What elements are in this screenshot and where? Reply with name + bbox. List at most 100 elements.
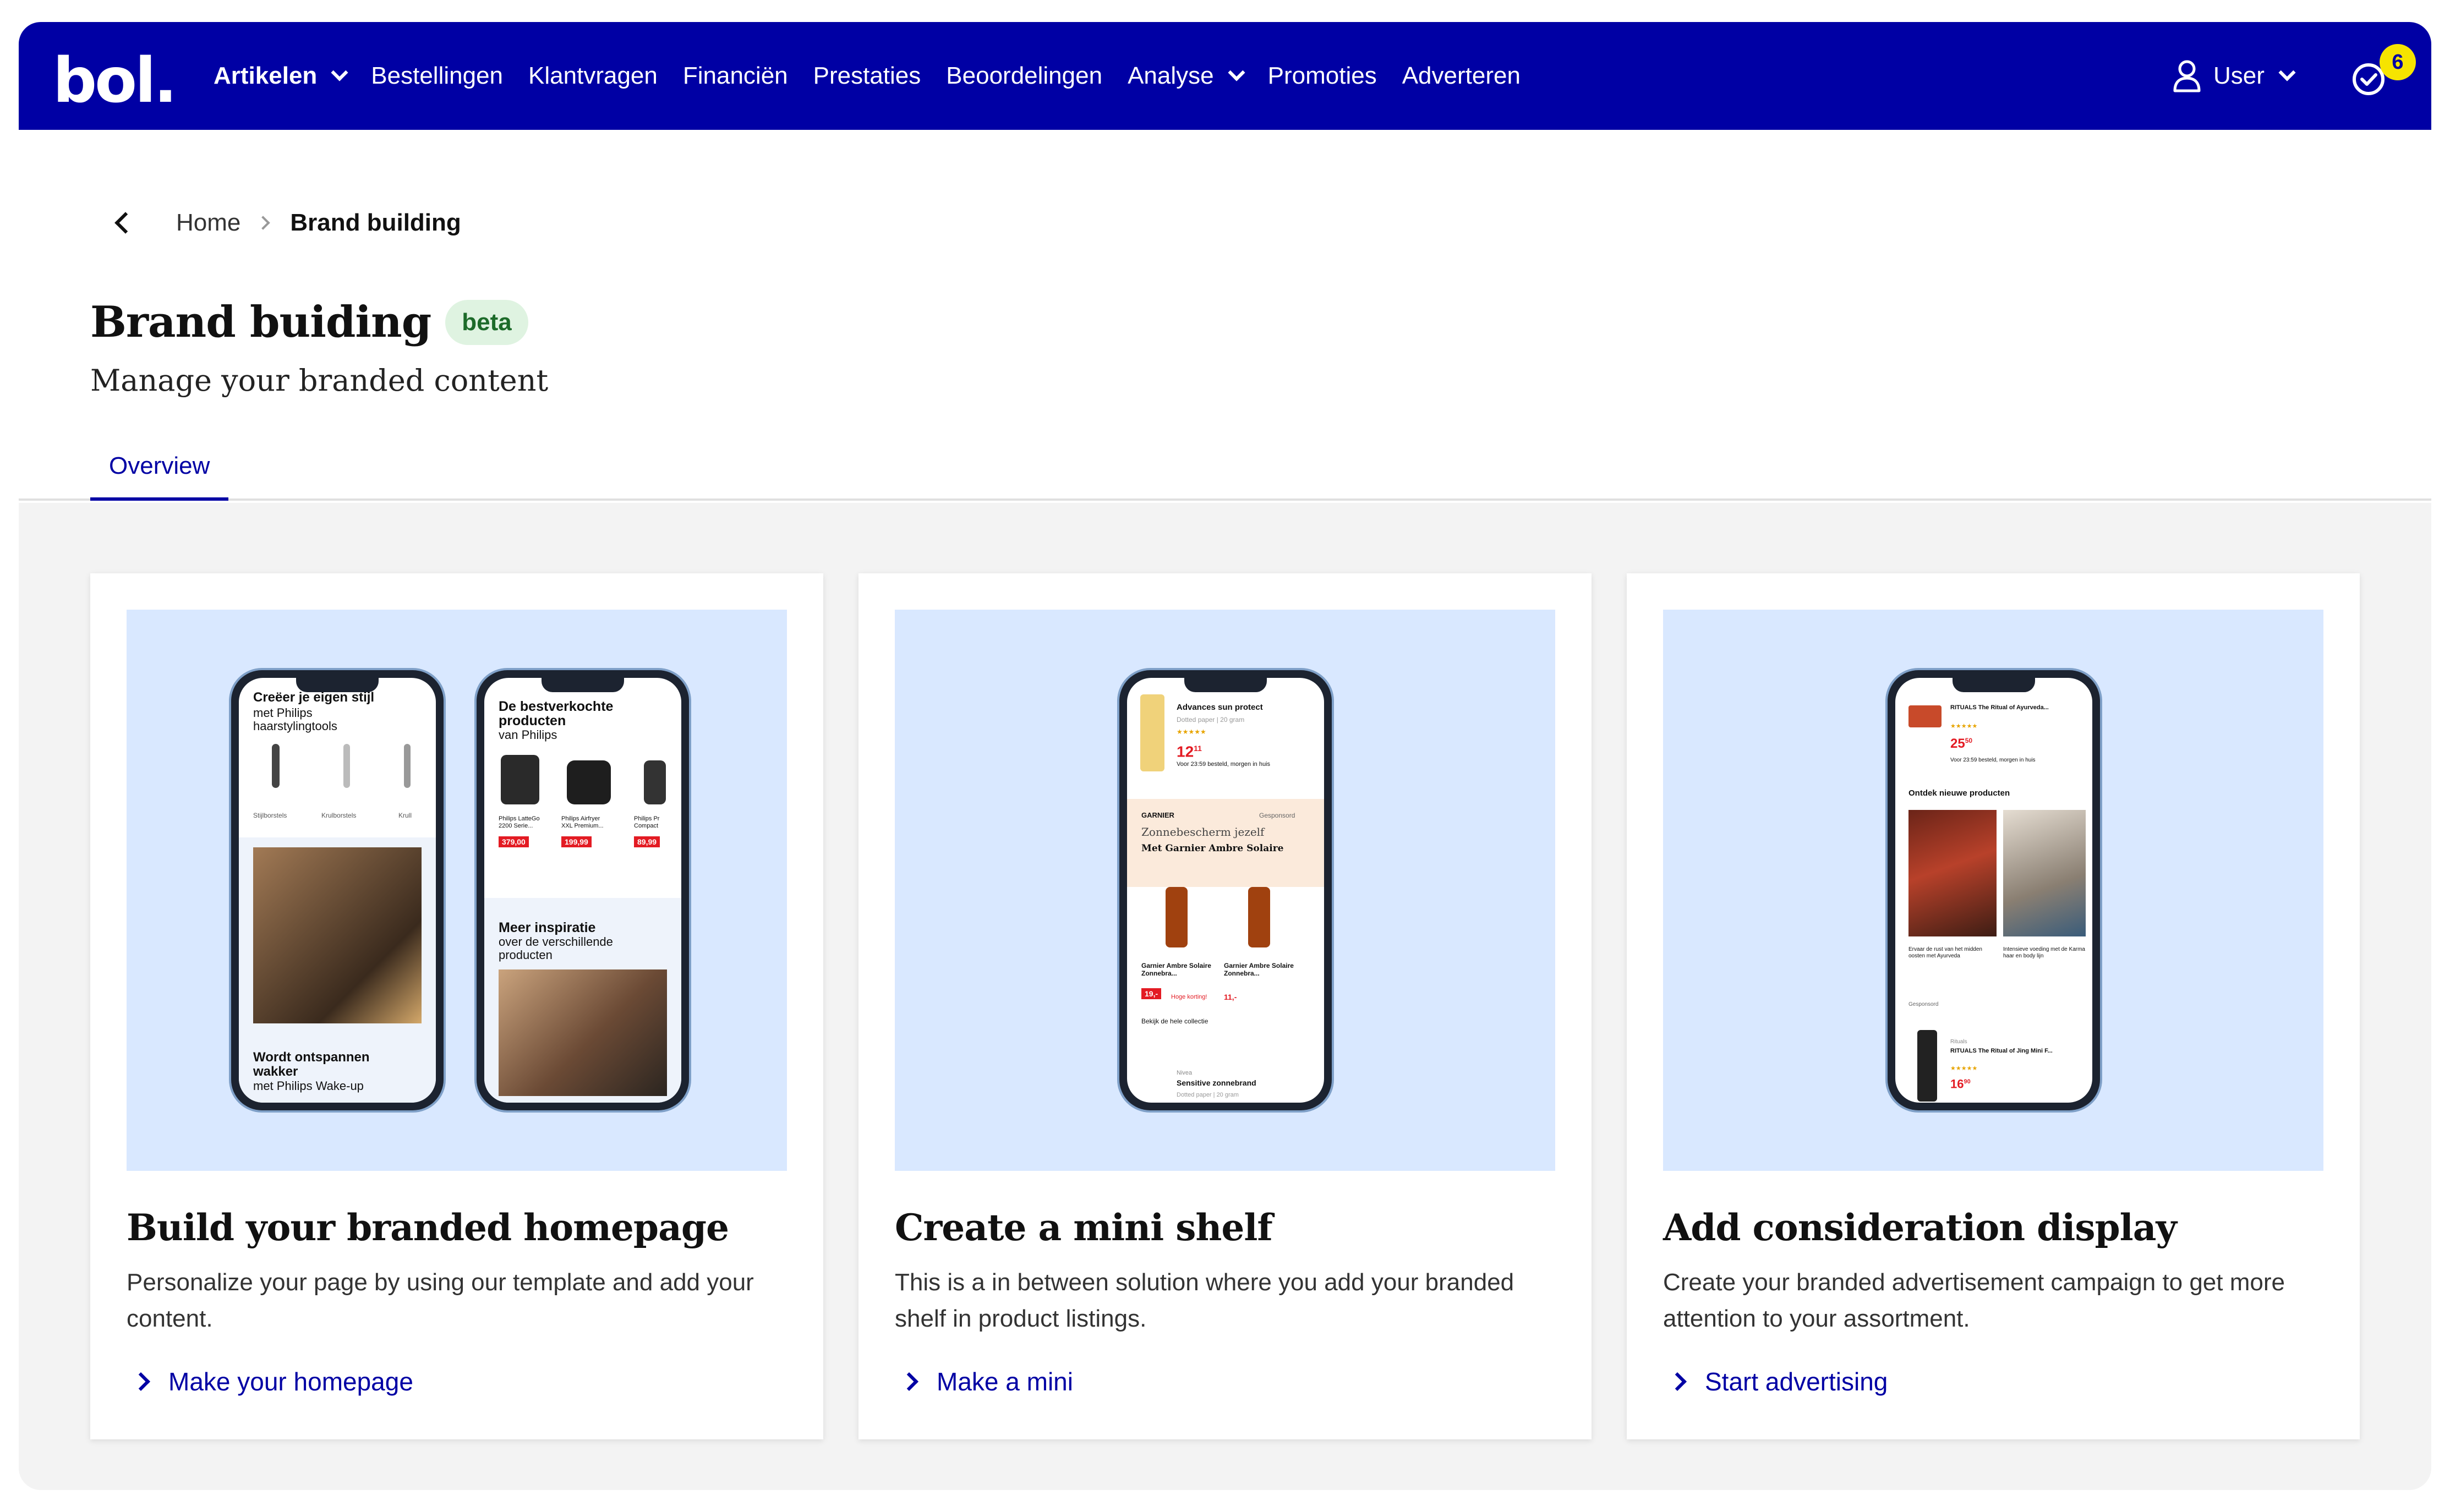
- nav-item-artikelen[interactable]: Artikelen: [214, 62, 348, 90]
- make-homepage-link[interactable]: Make your homepage: [127, 1367, 413, 1396]
- product-price: 1211: [1177, 743, 1202, 760]
- back-arrow-icon[interactable]: [114, 212, 136, 234]
- price-tag: 379,00: [499, 836, 529, 847]
- shelf-title: Zonnebescherm jezelf: [1141, 825, 1265, 839]
- shelf-subtitle: Met Garnier Ambre Solaire: [1141, 843, 1284, 854]
- sponsored-label: Gesponsord: [1908, 1001, 1939, 1007]
- bol-logo[interactable]: bol.: [53, 45, 177, 117]
- nav-item-adverteren[interactable]: Adverteren: [1402, 62, 1521, 90]
- product-title: RITUALS The Ritual of Ayurveda...: [1950, 704, 2049, 711]
- sun-oil-bottle-image: [1166, 887, 1188, 947]
- section-title: Ontdek nieuwe producten: [1908, 788, 2010, 798]
- sunscreen-tube-image: [1140, 694, 1164, 771]
- product-name: Philips LatteGo 2200 Serie...: [499, 815, 540, 829]
- sun-oil-bottle-image: [1248, 887, 1270, 947]
- phone-mockup: RITUALS The Ritual of Ayurveda... ★★★★★ …: [1888, 670, 2100, 1110]
- chevron-right-icon: [132, 1372, 150, 1391]
- tab-bar: Overview: [19, 446, 2431, 501]
- delivery-info: Voor 23:59 besteld, morgen in huis: [1950, 757, 2036, 763]
- app-frame: bol. Artikelen Bestellingen Klantvragen …: [19, 22, 2431, 1490]
- nav-item-label: Analyse: [1128, 62, 1214, 89]
- vacuum-image: [644, 760, 666, 804]
- curler-image: [404, 744, 411, 788]
- discount-label: Hoge korting!: [1171, 994, 1207, 1000]
- delivery-info: Voor 23:59 besteld, morgen in huis: [1177, 761, 1271, 768]
- page-subtitle: Manage your branded content: [90, 363, 549, 398]
- coffee-machine-image: [501, 755, 539, 804]
- breadcrumb-home[interactable]: Home: [176, 209, 240, 237]
- chevron-down-icon: [331, 64, 348, 81]
- page-title: Brand buiding: [90, 297, 431, 347]
- card-description: Create your branded advertisement campai…: [1663, 1269, 2285, 1332]
- nav-item-promoties[interactable]: Promoties: [1268, 62, 1377, 90]
- shelf-item-price: 11,-: [1224, 993, 1237, 1001]
- promo-title: wakker: [253, 1064, 298, 1079]
- mini-shelf-illustration: Advances sun protect Dotted paper | 20 g…: [895, 610, 1555, 1171]
- shelf-item-name: Garnier Ambre Solaire Zonnebra...: [1141, 962, 1211, 977]
- card-branded-homepage: Creëer je eigen stijl met Philips haarst…: [90, 573, 823, 1439]
- main-menu: Artikelen Bestellingen Klantvragen Finan…: [214, 22, 1546, 130]
- consideration-display-illustration: RITUALS The Ritual of Ayurveda... ★★★★★ …: [1663, 610, 2323, 1171]
- card-description: Personalize your page by using our templ…: [127, 1269, 754, 1332]
- category-label: Krulborstels: [321, 812, 357, 819]
- nav-item-beoordelingen[interactable]: Beoordelingen: [946, 62, 1102, 90]
- price-tag: 89,99: [634, 836, 660, 847]
- nav-item-prestaties[interactable]: Prestaties: [813, 62, 921, 90]
- phone-subheading: van Philips: [499, 728, 557, 742]
- nav-item-analyse[interactable]: Analyse: [1128, 62, 1245, 90]
- link-label: Make your homepage: [168, 1367, 413, 1396]
- phone-heading: producten: [499, 713, 566, 728]
- homepage-illustration: Creëer je eigen stijl met Philips haarst…: [127, 610, 787, 1171]
- campaign-tile-image: [2003, 810, 2086, 936]
- content-area: Creëer je eigen stijl met Philips haarst…: [19, 503, 2431, 1490]
- category-label: Krull: [398, 812, 412, 819]
- inspiration-title: Meer inspiratie: [499, 920, 596, 935]
- phone-subheading: haarstylingtools: [253, 719, 337, 733]
- start-advertising-link[interactable]: Start advertising: [1663, 1367, 1888, 1396]
- chevron-right-icon: [1668, 1372, 1687, 1391]
- notification-count-badge: 6: [2380, 44, 2416, 80]
- curler-image: [343, 744, 350, 788]
- nav-item-bestellingen[interactable]: Bestellingen: [371, 62, 503, 90]
- link-label: Start advertising: [1705, 1367, 1888, 1396]
- card-title: Build your branded homepage: [127, 1206, 729, 1249]
- top-navigation-bar: bol. Artikelen Bestellingen Klantvragen …: [19, 22, 2431, 130]
- phone-screen: De bestverkochte producten van Philips P…: [484, 678, 681, 1103]
- page-header: Brand buiding beta: [90, 297, 528, 347]
- phone-screen: Advances sun protect Dotted paper | 20 g…: [1127, 678, 1324, 1103]
- product-thumbnail: [1908, 705, 1942, 727]
- phone-heading: De bestverkochte: [499, 699, 614, 714]
- chevron-right-icon: [256, 216, 271, 230]
- phone-mockup: Advances sun protect Dotted paper | 20 g…: [1119, 670, 1332, 1110]
- card-description: This is a in between solution where you …: [895, 1269, 1514, 1332]
- tab-overview[interactable]: Overview: [90, 446, 229, 501]
- hair-brush-image: [272, 744, 280, 788]
- card-title: Create a mini shelf: [895, 1206, 1273, 1249]
- inspiration-photo: [499, 969, 667, 1096]
- star-rating: ★★★★★: [1177, 728, 1206, 736]
- bottom-meta: Dotted paper | 20 gram: [1177, 1092, 1239, 1098]
- campaign-tile-image: [1908, 810, 1997, 936]
- breadcrumb-current: Brand building: [290, 209, 461, 236]
- card-consideration-display: RITUALS The Ritual of Ayurveda... ★★★★★ …: [1627, 573, 2360, 1439]
- user-menu[interactable]: User: [2173, 22, 2296, 130]
- phone-mockup: Creëer je eigen stijl met Philips haarst…: [231, 670, 444, 1110]
- product-name: Philips Pr Compact: [634, 815, 660, 829]
- chevron-down-icon: [1228, 64, 1245, 81]
- sponsored-label: Gesponsord: [1259, 812, 1295, 819]
- price-tag: 19,-: [1141, 988, 1162, 999]
- product-bottle-image: [1917, 1030, 1937, 1102]
- nav-item-financien[interactable]: Financiën: [683, 62, 788, 90]
- breadcrumb: Home Brand building: [110, 209, 461, 237]
- category-label: Stijlborstels: [253, 812, 287, 819]
- card-mini-shelf: Advances sun protect Dotted paper | 20 g…: [858, 573, 1592, 1439]
- nav-item-klantvragen[interactable]: Klantvragen: [528, 62, 658, 90]
- make-mini-link[interactable]: Make a mini: [895, 1367, 1073, 1396]
- link-label: Make a mini: [937, 1367, 1073, 1396]
- airfryer-image: [567, 760, 611, 804]
- star-rating: ★★★★★: [1950, 723, 1978, 730]
- user-label: User: [2213, 62, 2265, 89]
- price-tag: 199,99: [561, 836, 592, 847]
- chevron-down-icon: [2278, 64, 2296, 81]
- collection-link: Bekijk de hele collectie: [1141, 1017, 1208, 1025]
